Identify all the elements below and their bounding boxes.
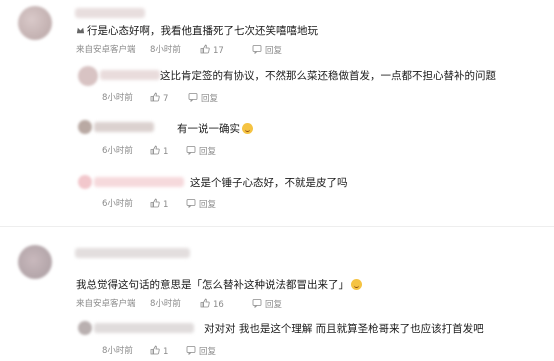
username[interactable]: [75, 8, 145, 18]
like-count: 1: [163, 147, 169, 157]
timestamp: 8小时前: [102, 93, 133, 103]
avatar[interactable]: [18, 245, 52, 279]
reply-icon: [186, 346, 196, 355]
thumbs-up-icon: [200, 44, 210, 54]
laughing-emoji-icon: [242, 123, 253, 134]
reply-button[interactable]: 回复: [252, 298, 282, 311]
username[interactable]: [94, 122, 154, 132]
reply-button[interactable]: 回复: [186, 345, 216, 358]
username[interactable]: [94, 177, 184, 187]
thumbs-up-icon: [200, 298, 210, 308]
comment-section: 行是心态好啊，我看他直播死了七次还笑嘻嘻地玩 来自安卓客户端 8小时前 17 回…: [0, 0, 554, 361]
timestamp: 6小时前: [102, 146, 133, 156]
reply-icon: [186, 199, 196, 208]
thumbs-up-icon: [150, 145, 160, 155]
username[interactable]: [94, 323, 194, 333]
like-count: 7: [163, 94, 169, 104]
thumbs-up-icon: [150, 92, 160, 102]
like-count: 17: [213, 46, 224, 56]
comment-text: 有一说一确实: [177, 122, 253, 136]
like-count: 1: [163, 347, 169, 357]
client-source: 来自安卓客户端: [76, 45, 136, 55]
comment-text: 我总觉得这句话的意思是「怎么替补这种说法都冒出来了」: [76, 278, 362, 292]
reply-button[interactable]: 回复: [186, 145, 216, 158]
thumbs-up-icon: [150, 198, 160, 208]
like-count: 1: [163, 200, 169, 210]
divider: [0, 226, 554, 227]
timestamp: 8小时前: [102, 346, 133, 356]
timestamp: 8小时前: [150, 45, 181, 55]
reply-button[interactable]: 回复: [186, 198, 216, 211]
avatar[interactable]: [78, 120, 92, 134]
avatar[interactable]: [78, 66, 98, 86]
like-button[interactable]: 1: [150, 345, 168, 358]
reply-button[interactable]: 回复: [252, 44, 282, 57]
like-button[interactable]: 1: [150, 145, 168, 158]
fan-badge-icon: [76, 27, 85, 34]
avatar[interactable]: [18, 6, 52, 40]
avatar[interactable]: [78, 175, 92, 189]
thumbs-up-icon: [150, 345, 160, 355]
comment-text: 行是心态好啊，我看他直播死了七次还笑嘻嘻地玩: [76, 24, 318, 38]
like-button[interactable]: 16: [200, 298, 224, 311]
client-source: 来自安卓客户端: [76, 299, 136, 309]
username[interactable]: [100, 70, 160, 80]
reply-icon: [188, 93, 198, 102]
timestamp: 8小时前: [150, 299, 181, 309]
comment-text: 这是个锤子心态好，不就是皮了吗: [190, 177, 348, 189]
like-button[interactable]: 1: [150, 198, 168, 211]
like-button[interactable]: 7: [150, 92, 168, 105]
reply-icon: [252, 45, 262, 54]
comment-text: 这比肯定签的有协议，不然那么菜还稳做首发，一点都不担心替补的问题: [160, 70, 496, 82]
reply-button[interactable]: 回复: [188, 92, 218, 105]
reply-icon: [252, 299, 262, 308]
thinking-emoji-icon: [351, 279, 362, 290]
reply-icon: [186, 146, 196, 155]
avatar[interactable]: [78, 321, 92, 335]
timestamp: 6小时前: [102, 199, 133, 209]
like-count: 16: [213, 300, 224, 310]
comment-text: 对对对 我也是这个理解 而且就算圣枪哥来了也应该打首发吧: [204, 323, 484, 335]
like-button[interactable]: 17: [200, 44, 224, 57]
username[interactable]: [75, 248, 190, 258]
